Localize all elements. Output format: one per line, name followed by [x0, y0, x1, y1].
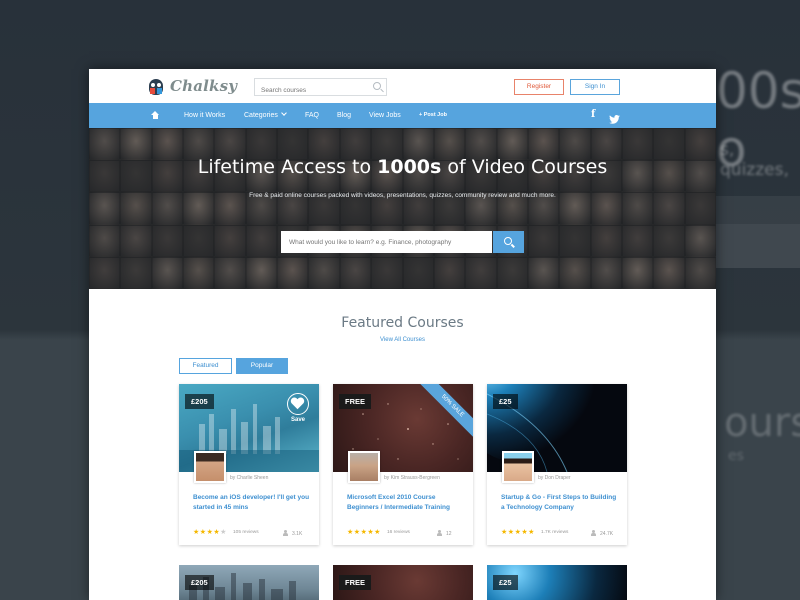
course-card[interactable]: £205 [179, 565, 319, 600]
author-byline: by Don Draper [538, 475, 571, 481]
review-count: 16 reviews [387, 530, 410, 535]
course-card[interactable]: FREE [333, 565, 473, 600]
course-title[interactable]: Startup & Go - First Steps to Building a… [501, 493, 619, 513]
backdrop-ghost-text: es [728, 448, 744, 464]
nav-how-it-works[interactable]: How it Works [184, 103, 225, 128]
hero-title: Lifetime Access to 1000s of Video Course… [197, 156, 608, 178]
price-badge: £25 [493, 575, 518, 590]
logo[interactable]: Chalksy [147, 76, 237, 96]
star-rating: ★★★★★ [501, 528, 535, 536]
site-header: Chalksy Register Sign In [89, 69, 716, 103]
search-icon [504, 237, 512, 245]
star-rating: ★★★★★ [347, 528, 381, 536]
star-icon: ★ [199, 529, 207, 536]
price-badge: FREE [339, 575, 372, 590]
tab-featured[interactable]: Featured [179, 358, 232, 374]
search-icon[interactable] [373, 82, 381, 90]
course-card[interactable]: FREE 50% SALE by Kim Strauss-Bergreen Mi… [333, 384, 473, 545]
review-count: 105 reviews [233, 530, 259, 535]
hero-search-input[interactable] [281, 231, 492, 253]
register-button[interactable]: Register [514, 79, 564, 95]
backdrop-ghost-bar [716, 224, 800, 268]
star-icon: ★ [193, 529, 200, 536]
author-byline: by Charlie Sheen [230, 475, 269, 481]
star-icon: ★ [528, 529, 535, 536]
hero-subtitle: Free & paid online courses packed with v… [249, 192, 556, 199]
author-byline: by Kim Strauss-Bergreen [384, 475, 440, 481]
hero-banner: Lifetime Access to 1000s of Video Course… [89, 128, 716, 289]
course-card[interactable]: £25 by Don Draper Startup & Go - First S… [487, 384, 627, 545]
website-frame: Chalksy Register Sign In How it Works Ca… [89, 69, 716, 600]
backdrop-ghost-bar [716, 196, 800, 224]
nav-post-job[interactable]: + Post Job [419, 103, 447, 128]
price-badge: £205 [185, 394, 214, 409]
star-icon: ★ [507, 529, 515, 536]
avatar [194, 451, 226, 483]
star-icon: ★ [347, 529, 354, 536]
chevron-down-icon [281, 110, 287, 116]
price-badge: £205 [185, 575, 214, 590]
tab-popular[interactable]: Popular [236, 358, 288, 374]
section-title: Featured Courses [341, 315, 464, 331]
student-count: 12 [437, 529, 452, 537]
people-icon [437, 530, 442, 536]
review-count: 1.7K reviews [541, 530, 569, 535]
course-card[interactable]: £25 [487, 565, 627, 600]
signin-button[interactable]: Sign In [570, 79, 620, 95]
course-title[interactable]: Microsoft Excel 2010 Course Beginners / … [347, 493, 465, 513]
heart-icon[interactable] [287, 393, 309, 415]
price-badge: FREE [339, 394, 372, 409]
hero-search-button[interactable] [493, 231, 524, 253]
student-count: 24.7K [591, 529, 613, 537]
student-count: 3.1K [283, 529, 302, 537]
price-badge: £25 [493, 394, 518, 409]
star-rating: ★★★★★ [193, 528, 227, 536]
owl-logo-icon [147, 76, 165, 96]
save-label[interactable]: Save [291, 417, 305, 423]
view-all-courses-link[interactable]: View All Courses [89, 337, 716, 343]
people-icon [283, 530, 288, 536]
star-icon: ★ [501, 529, 508, 536]
people-icon [591, 530, 596, 536]
star-icon: ★ [374, 529, 381, 536]
main-nav: How it Works Categories FAQ Blog View Jo… [89, 103, 716, 128]
course-title[interactable]: Become an iOS developer! I'll get you st… [193, 493, 311, 513]
backdrop-ghost-text: s, quizzes, [720, 140, 789, 180]
header-search-input[interactable] [255, 82, 365, 99]
course-card[interactable]: £205 Save by Charlie Sheen Become an iOS… [179, 384, 319, 545]
star-icon: ★ [353, 529, 361, 536]
avatar [502, 451, 534, 483]
twitter-icon[interactable] [609, 111, 620, 124]
header-search [254, 78, 387, 99]
nav-categories-label: Categories [244, 112, 278, 119]
nav-view-jobs[interactable]: View Jobs [369, 103, 401, 128]
nav-faq[interactable]: FAQ [305, 103, 319, 128]
nav-categories[interactable]: Categories [244, 103, 287, 128]
backdrop-ghost-text: ourse [724, 400, 800, 446]
star-icon: ★ [220, 529, 227, 536]
logo-text: Chalksy [170, 77, 238, 95]
home-icon[interactable] [151, 111, 160, 120]
nav-blog[interactable]: Blog [337, 103, 351, 128]
avatar [348, 451, 380, 483]
facebook-icon[interactable]: f [591, 109, 595, 120]
